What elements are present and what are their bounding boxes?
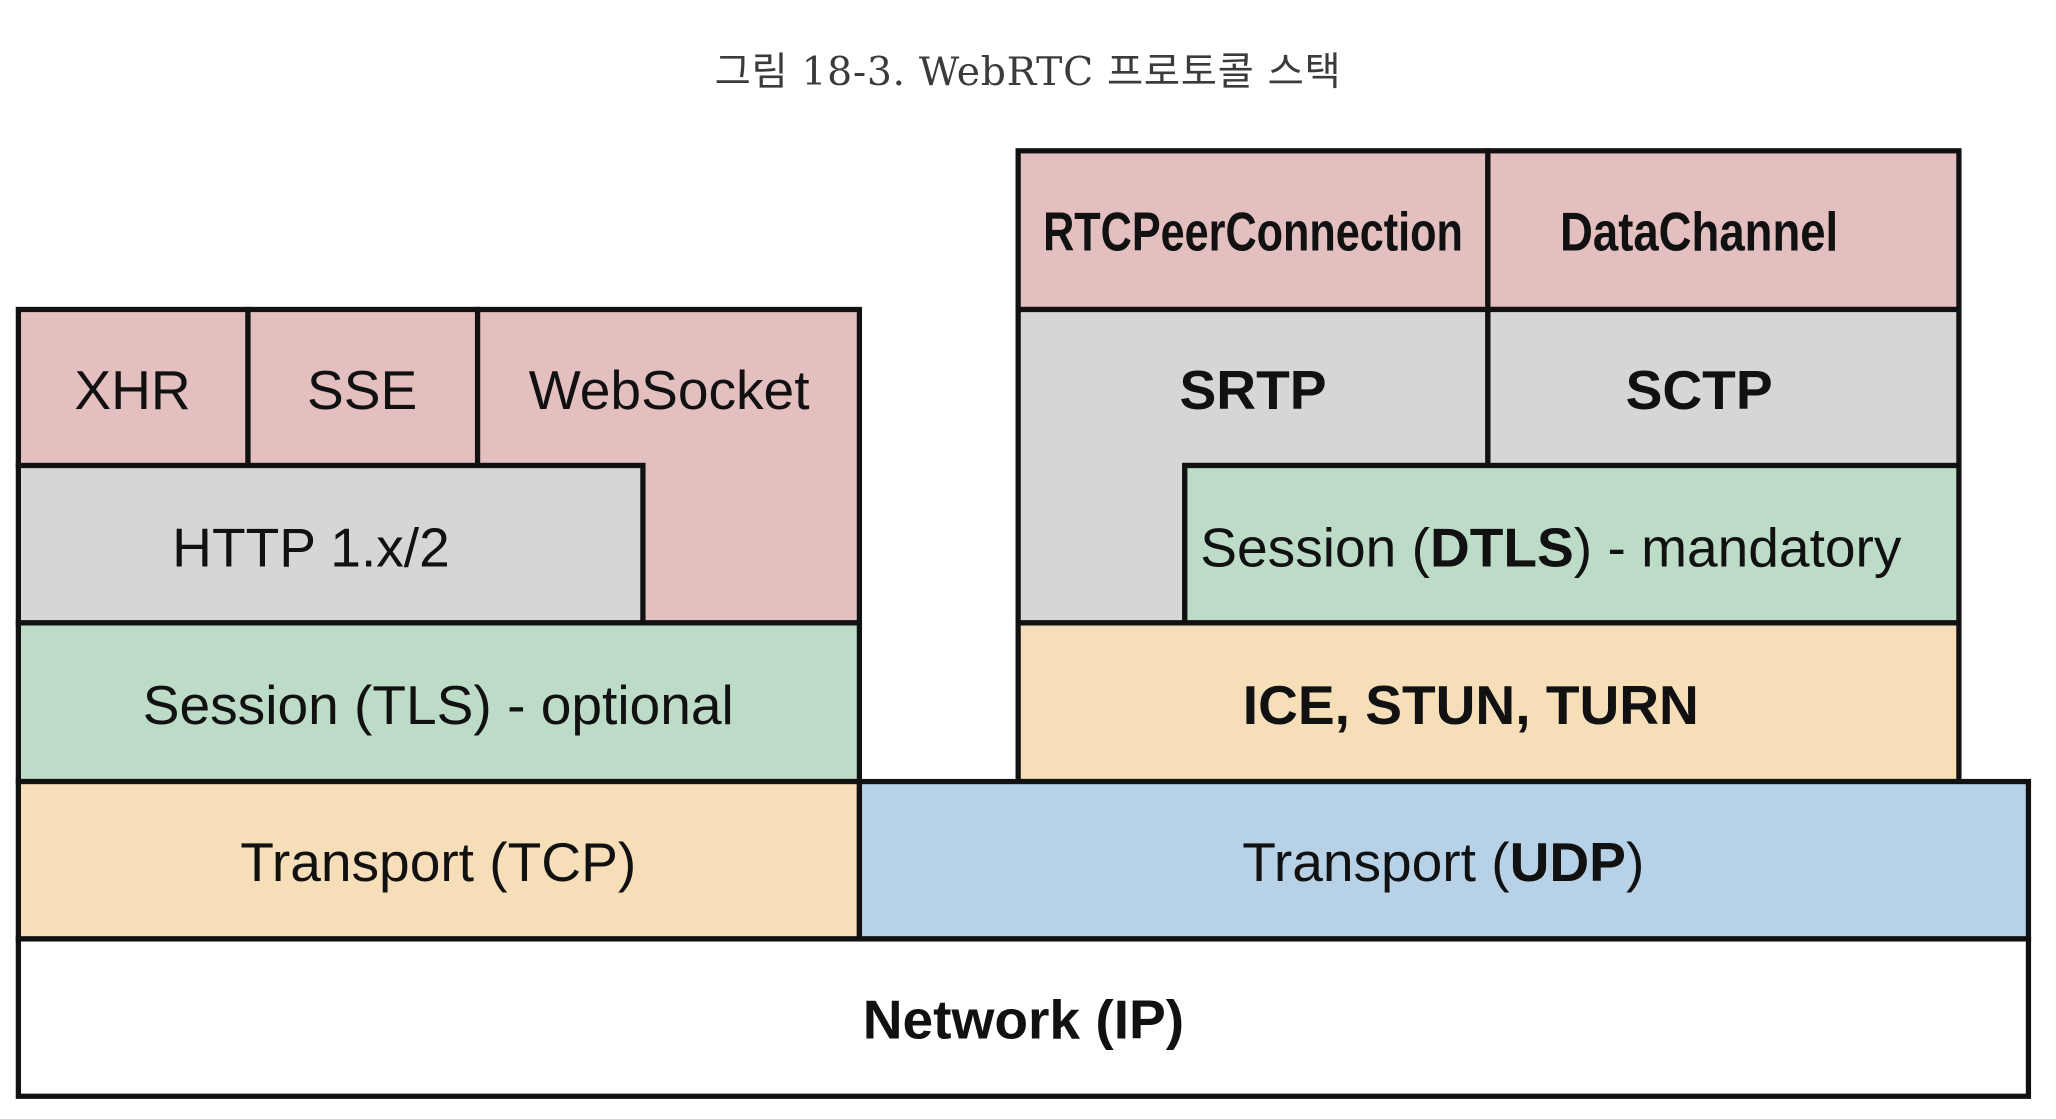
transport-tcp-label: Transport (TCP) [240,831,636,893]
session-dtls-bold: DTLS [1430,517,1574,579]
figure-caption: 그림 18-3. WebRTC 프로토콜 스택 [714,49,1342,96]
session-dtls-suffix: ) - mandatory [1574,517,1902,579]
figure: 그림 18-3. WebRTC 프로토콜 스택 XHR SSE WebSocke… [0,0,2056,1112]
sse-label: SSE [307,359,417,421]
transport-udp-prefix: Transport ( [1242,831,1510,893]
ice-label: ICE, STUN, TURN [1243,674,1699,736]
session-dtls-label: Session (DTLS) - mandatory [1200,517,1902,579]
left-stack: XHR SSE WebSocket HTTP 1.x/2 Session (TL… [15,306,863,942]
transport-udp-label: Transport (UDP) [1242,831,1644,893]
session-tls-label: Session (TLS) - optional [143,674,734,736]
rtcpeerconnection-label: RTCPeerConnection [1043,200,1463,262]
session-dtls-prefix: Session ( [1200,517,1430,579]
xhr-label: XHR [74,359,190,421]
datachannel-label: DataChannel [1560,200,1838,262]
http-label: HTTP 1.x/2 [172,517,450,579]
network-layer: Network (IP) [15,936,2032,1099]
transport-udp-suffix: ) [1626,831,1644,893]
network-label: Network (IP) [863,989,1184,1051]
sctp-label: SCTP [1626,359,1773,421]
websocket-label: WebSocket [529,359,810,421]
transport-udp-bold: UDP [1510,831,1626,893]
protocol-stack-diagram: XHR SSE WebSocket HTTP 1.x/2 Session (TL… [15,148,2032,1099]
right-stack: RTCPeerConnection DataChannel SRTP SCTP … [856,148,2032,942]
srtp-label: SRTP [1180,359,1327,421]
